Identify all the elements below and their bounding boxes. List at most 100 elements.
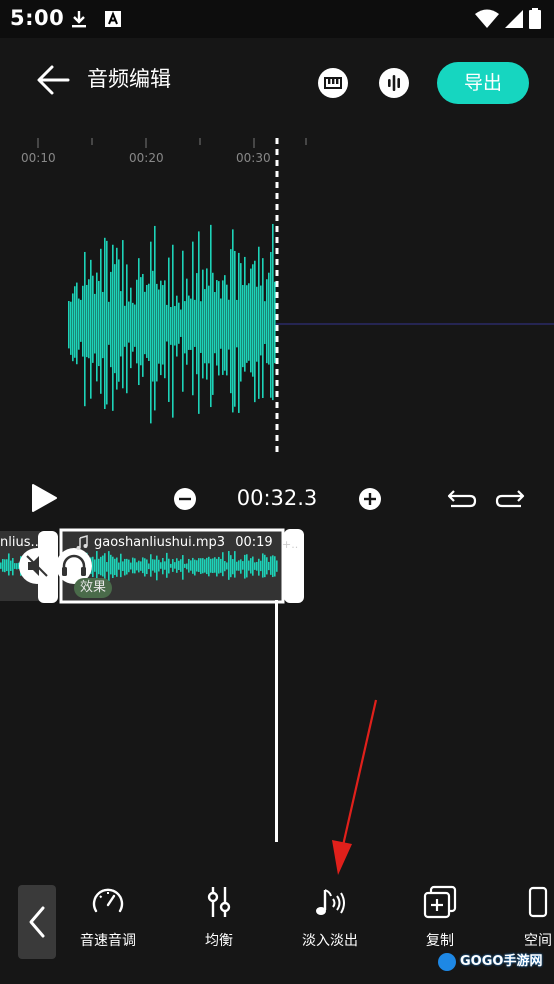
waveform-bar [212, 558, 214, 574]
clip-duration: 00:19 [235, 535, 273, 550]
waveform-bar [14, 563, 16, 569]
waveform-bar [134, 304, 136, 347]
waveform-bar [192, 557, 194, 574]
collapse-button[interactable] [18, 885, 56, 959]
waveform-bar [80, 299, 82, 342]
waveform-bar [124, 305, 126, 347]
back-arrow-icon[interactable] [34, 62, 74, 98]
tool-fade[interactable]: 淡入淡出 [285, 884, 375, 954]
waveform-bar [262, 258, 264, 399]
waveform-bar [88, 279, 90, 359]
waveform-bar [186, 278, 188, 365]
annotation-arrow-icon [332, 699, 378, 875]
waveform-bar [4, 559, 6, 573]
play-icon[interactable] [30, 483, 58, 513]
waveform-bar [246, 554, 248, 578]
waveform-bar [104, 553, 106, 580]
waveform-bar [240, 559, 242, 574]
waveform-bar [120, 291, 122, 357]
waveform-bar [214, 292, 216, 354]
waveform-bar [144, 291, 146, 355]
waveform-bar [126, 558, 128, 575]
waveform-bar [272, 555, 274, 578]
waveform-bar [116, 247, 118, 390]
waveform-bar [86, 284, 88, 358]
waveform-bar [230, 249, 232, 394]
waveform-bar [236, 561, 238, 571]
waveform-bar [134, 558, 136, 574]
effect-badge[interactable]: 效果 [74, 578, 113, 598]
waveform-bar [248, 283, 250, 361]
waveform-bar [172, 244, 174, 418]
chevron-left-icon [29, 906, 45, 938]
waveform-bar [148, 563, 150, 570]
timeline-playhead[interactable] [275, 600, 278, 842]
waveform-bar [212, 272, 214, 395]
waveform-bar [254, 260, 256, 403]
download-icon [72, 11, 86, 28]
zoom-out-icon[interactable] [173, 487, 197, 511]
piano-icon[interactable] [318, 68, 348, 98]
waveform-bar [206, 557, 208, 575]
waveform-bar [214, 557, 216, 573]
waveform-bar [118, 259, 120, 382]
waveform-bar [240, 263, 242, 382]
waveform-bar [102, 291, 104, 359]
waveform-bar [228, 299, 230, 350]
waveform-bar [216, 280, 218, 366]
waveform-bar [184, 563, 186, 568]
export-button[interactable]: 导出 [437, 62, 529, 104]
waveform-bar [174, 562, 176, 569]
waveform-bar [138, 560, 140, 573]
waveform-bar [198, 231, 200, 414]
waveform-bar [276, 560, 278, 572]
waveform-bar [154, 225, 156, 411]
redo-icon[interactable] [494, 487, 526, 511]
tool-space[interactable]: 空间 [494, 884, 554, 954]
waveform-bar [268, 561, 270, 571]
zoom-in-icon[interactable] [358, 487, 382, 511]
waveform-bar [190, 298, 192, 350]
waveform-bar [160, 280, 162, 376]
waveform-icon[interactable] [379, 68, 409, 98]
waveform-bar [268, 272, 270, 365]
ruler-label: 00:30 [236, 151, 271, 165]
waveform-bar [218, 556, 220, 574]
time-ruler [37, 138, 307, 148]
waveform-bar [234, 551, 236, 578]
ruler-label: 00:10 [21, 151, 56, 165]
copy-icon [423, 885, 457, 919]
waveform-bar [168, 558, 170, 574]
waveform-bar [158, 559, 160, 572]
waveform-bar [84, 251, 86, 407]
waveform-bar [142, 557, 144, 574]
waveform-bar [120, 553, 122, 578]
prev-clip-name: nlius.. [0, 535, 39, 550]
waveform-bar [140, 277, 142, 366]
waveform-bar [136, 279, 138, 364]
waveform-bar [138, 258, 140, 386]
tool-equalizer[interactable]: 均衡 [174, 884, 264, 954]
waveform-bar [162, 557, 164, 575]
waveform-bar [166, 304, 168, 342]
waveform-bar [254, 562, 256, 570]
waveform-editor[interactable] [0, 130, 554, 460]
waveform-bar [270, 252, 272, 398]
tool-copy[interactable]: 复制 [395, 884, 485, 954]
tool-label: 复制 [426, 933, 454, 949]
waveform-bar [74, 286, 76, 358]
waveform-bar [196, 273, 198, 375]
add-marker[interactable]: +.. [282, 538, 298, 551]
waveform-bar [216, 558, 218, 577]
waveform-bar [224, 275, 226, 371]
waveform-bar [198, 558, 200, 572]
tool-speed-pitch[interactable]: 音速音调 [63, 884, 153, 954]
undo-icon[interactable] [446, 487, 478, 511]
waveform-bar [92, 275, 94, 363]
waveform-bar [16, 563, 18, 570]
waveform-bar [12, 558, 14, 576]
waveform-bar [206, 268, 208, 380]
waveform-bar [202, 558, 204, 574]
waveform-bar [6, 559, 8, 572]
clip-name: gaoshanliushui.mp3 00:19 [94, 535, 273, 550]
